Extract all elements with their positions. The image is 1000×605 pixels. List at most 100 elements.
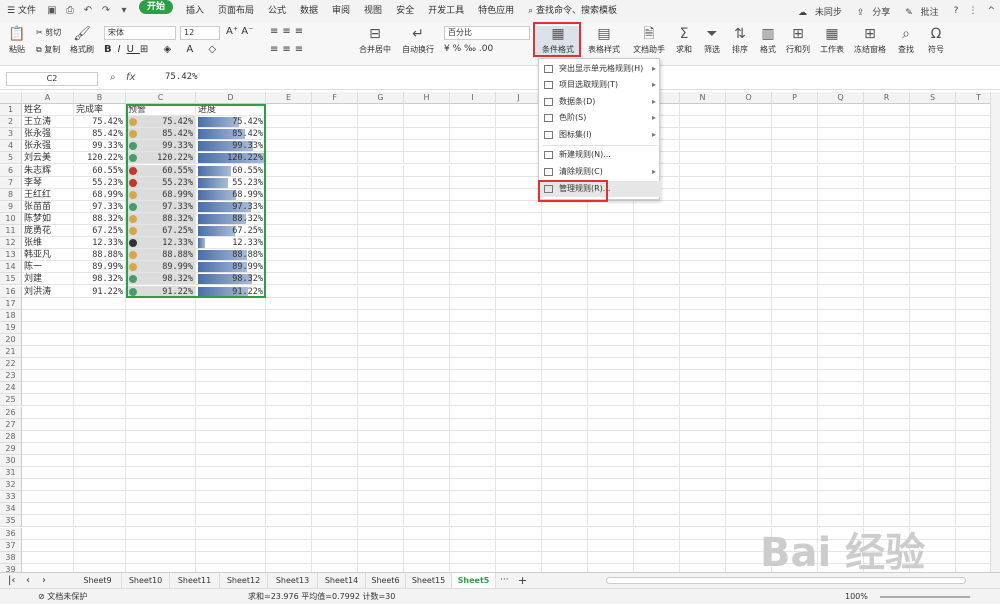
row-header[interactable]: 6 [0,164,22,177]
grid-cell[interactable] [680,503,726,516]
grid-cell[interactable] [542,418,588,431]
grid-cell[interactable] [22,430,74,443]
row-header[interactable]: 27 [0,418,22,431]
grid-cell[interactable] [196,527,266,540]
grid-cell[interactable] [22,418,74,431]
row-header[interactable]: 39 [0,563,22,572]
grid-cell[interactable] [910,333,956,346]
grid-cell[interactable] [680,176,726,189]
fx-label[interactable]: fx [126,72,135,83]
grid-cell[interactable] [680,515,726,528]
grid-cell[interactable] [864,430,910,443]
grid-cell[interactable] [910,285,956,298]
grid-cell[interactable] [22,527,74,540]
grid-cell[interactable] [496,104,542,116]
grid-cell[interactable] [496,503,542,516]
grid-cell[interactable] [404,551,450,564]
grid-cell[interactable] [266,164,312,177]
sum-button[interactable]: Σ 求和 [672,26,696,55]
grid-cell[interactable] [312,515,358,528]
grid-cell[interactable] [496,515,542,528]
grid-cell[interactable] [312,382,358,395]
grid-cell[interactable] [818,358,864,371]
print-icon[interactable]: ⎙ [63,4,77,18]
grid-cell[interactable] [726,503,772,516]
grid-cell[interactable] [496,309,542,322]
grid-cell[interactable] [496,285,542,298]
name-cell[interactable]: 张维 [22,237,74,250]
grid-cell[interactable] [680,467,726,479]
grid-cell[interactable] [634,394,680,407]
grid-cell[interactable] [956,564,990,572]
grid-cell[interactable] [818,394,864,407]
grid-cell[interactable] [680,527,726,540]
grid-cell[interactable] [726,406,772,419]
grid-cell[interactable] [910,346,956,358]
grid-cell[interactable] [818,261,864,274]
row-header[interactable]: 2 [0,116,22,129]
grid-cell[interactable] [726,418,772,431]
grid-cell[interactable] [818,442,864,455]
grid-cell[interactable] [496,225,542,237]
horizontal-scrollbar[interactable] [606,577,966,584]
grid-cell[interactable] [404,116,450,129]
grid-cell[interactable] [634,261,680,274]
grid-cell[interactable] [588,539,634,552]
grid-cell[interactable] [496,418,542,431]
grid-cell[interactable] [404,467,450,479]
name-cell[interactable]: 张永强 [22,128,74,141]
grid-cell[interactable] [910,273,956,286]
grid-cell[interactable] [864,467,910,479]
grid-cell[interactable] [22,382,74,395]
grid-cell[interactable] [126,563,196,572]
sheet-tab[interactable]: Sheet11 [170,573,220,588]
grid-cell[interactable] [196,539,266,552]
grid-cell[interactable] [772,140,818,153]
grid-cell[interactable] [864,394,910,407]
menu-tab[interactable]: 审阅 [325,0,357,22]
grid-cell[interactable] [680,104,726,116]
grid-cell[interactable] [358,503,404,516]
grid-cell[interactable] [588,285,634,298]
grid-cell[interactable] [726,370,772,383]
grid-cell[interactable] [312,164,358,177]
column-header[interactable]: O [726,92,772,104]
grid-cell[interactable] [588,406,634,419]
grid-cell[interactable] [588,442,634,455]
grid-cell[interactable] [542,285,588,298]
grid-cell[interactable] [680,309,726,322]
merge-button[interactable]: ⊟ 合并居中 [356,26,394,55]
grid-cell[interactable] [634,346,680,358]
grid-cell[interactable] [450,285,496,298]
grid-cell[interactable] [496,479,542,492]
grid-cell[interactable] [772,200,818,213]
name-cell[interactable]: 韩亚凡 [22,249,74,262]
grid-cell[interactable] [74,358,126,371]
grid-cell[interactable] [196,394,266,407]
grid-cell[interactable] [312,454,358,467]
grid-cell[interactable] [450,479,496,492]
grid-cell[interactable] [266,128,312,141]
grid-cell[interactable] [864,164,910,177]
grid-cell[interactable] [312,394,358,407]
grid-cell[interactable] [726,333,772,346]
grid-cell[interactable] [74,309,126,322]
grid-cell[interactable] [588,212,634,225]
grid-cell[interactable] [542,491,588,504]
grid-cell[interactable] [772,406,818,419]
zoom-icon[interactable]: ⌕ [110,72,116,83]
grid-cell[interactable] [542,394,588,407]
menu-item[interactable]: 新建规则(N)... [539,147,661,163]
column-header[interactable]: I [450,92,496,104]
freeze-button[interactable]: ⊞ 冻结窗格 [852,26,888,55]
grid-cell[interactable] [358,309,404,322]
grid-cell[interactable] [450,188,496,201]
grid-cell[interactable] [772,261,818,274]
grid-cell[interactable] [404,442,450,455]
wrap-button[interactable]: ↵ 自动换行 [400,26,436,55]
grid-cell[interactable] [726,346,772,358]
grid-cell[interactable] [266,116,312,129]
grid-cell[interactable] [864,249,910,262]
grid-cell[interactable] [496,128,542,141]
grid-cell[interactable] [864,116,910,129]
